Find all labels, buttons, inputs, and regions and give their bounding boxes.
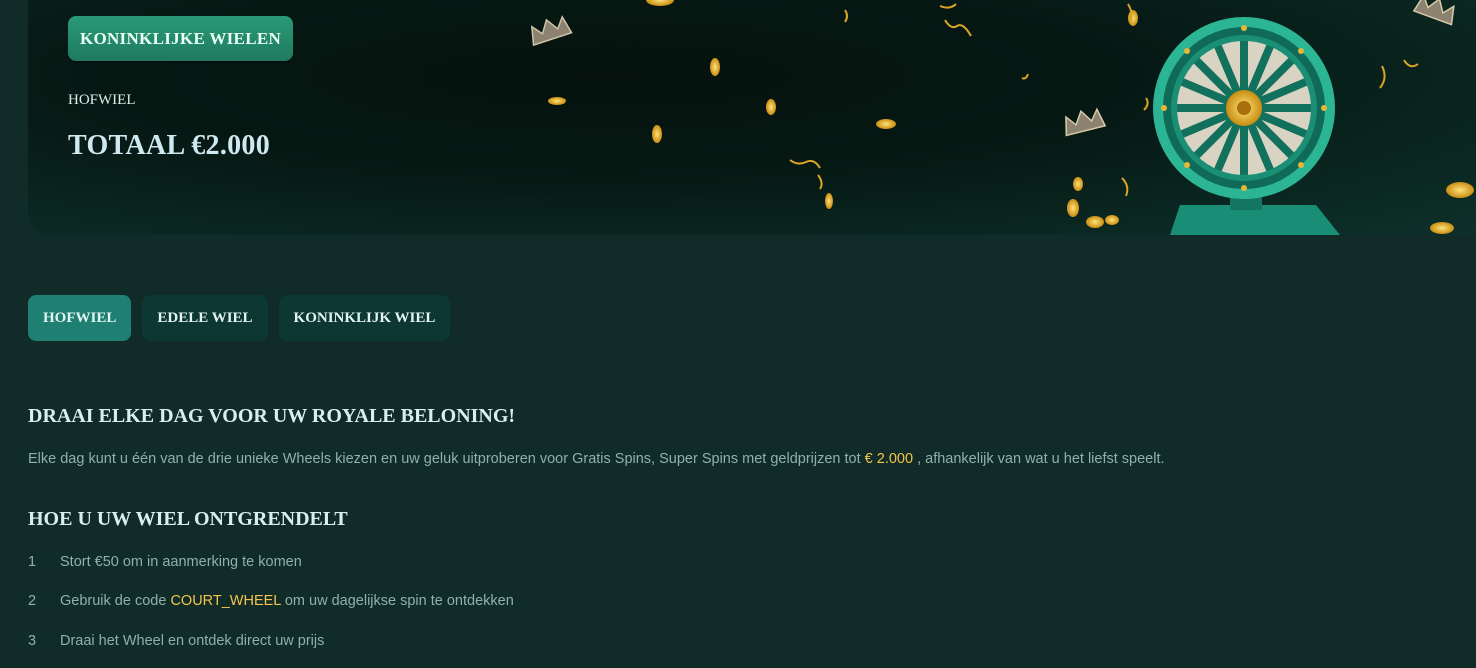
promo-code: COURT_WHEEL bbox=[170, 593, 281, 609]
step-text: Stort €50 om in aanmerking te komen bbox=[60, 554, 302, 570]
step-text-end: om uw dagelijkse spin te ontdekken bbox=[284, 593, 514, 609]
crown-icon bbox=[1065, 107, 1107, 137]
description-text: Elke dag kunt u één van de drie unieke W… bbox=[28, 451, 861, 467]
step-text: Draai het Wheel en ontdek direct uw prij… bbox=[60, 633, 325, 649]
wheel-of-fortune-icon bbox=[1153, 17, 1340, 235]
section-title-unlock: HOE U UW WIEL ONTGRENDELT bbox=[28, 508, 348, 530]
section-description: Elke dag kunt u één van de drie unieke W… bbox=[28, 451, 1165, 467]
hero-total: TOTAAL €2.000 bbox=[68, 130, 271, 161]
crown-icon bbox=[1412, 0, 1455, 26]
step-number: 3 bbox=[28, 633, 37, 649]
step-text: Gebruik de code bbox=[60, 593, 167, 609]
prize-amount: € 2.000 bbox=[864, 451, 914, 467]
step-item: 1 Stort €50 om in aanmerking te komen bbox=[28, 554, 302, 570]
crown-icon bbox=[530, 15, 573, 47]
tab-koninklijk-wiel[interactable]: KONINKLIJK WIEL bbox=[278, 295, 451, 341]
section-title-daily-spin: DRAAI ELKE DAG VOOR UW ROYALE BELONING! bbox=[28, 405, 516, 427]
wheel-tabs: HOFWIEL EDELE WIEL KONINKLIJK WIEL bbox=[28, 295, 451, 341]
hero-badge: KONINKLIJKE WIELEN bbox=[68, 16, 293, 61]
description-text-end: , afhankelijk van wat u het liefst speel… bbox=[917, 451, 1165, 467]
step-number: 2 bbox=[28, 593, 37, 609]
tab-hofwiel[interactable]: HOFWIEL bbox=[28, 295, 132, 341]
step-item: 2 Gebruik de code COURT_WHEEL om uw dagel… bbox=[28, 593, 514, 609]
tab-edele-wiel[interactable]: EDELE WIEL bbox=[142, 295, 268, 341]
hero-subtitle: HOFWIEL bbox=[68, 92, 136, 108]
coin-icons bbox=[548, 0, 1474, 234]
step-number: 1 bbox=[28, 554, 37, 570]
step-item: 3 Draai het Wheel en ontdek direct uw pri… bbox=[28, 633, 324, 649]
